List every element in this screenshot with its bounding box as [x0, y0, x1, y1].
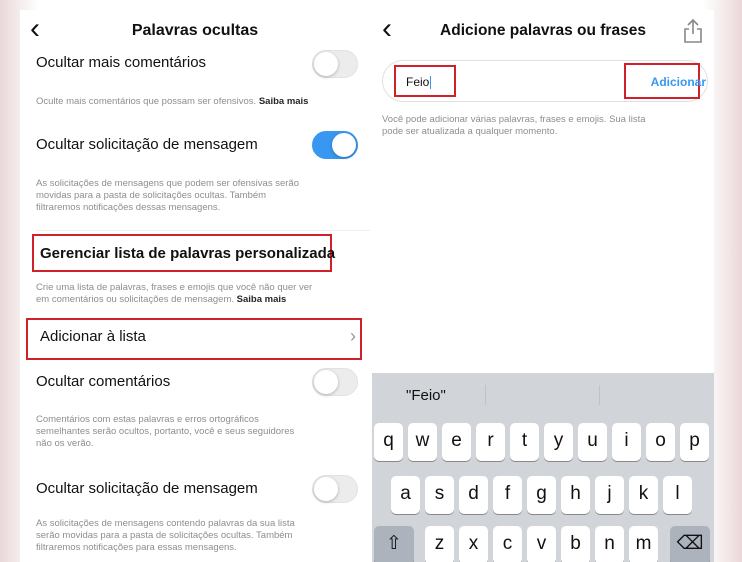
text-cursor	[430, 76, 432, 90]
toggle-knob	[314, 477, 338, 501]
learn-more-link[interactable]: Saiba mais	[237, 294, 287, 305]
add-to-list-label: Adicionar à lista	[40, 328, 146, 345]
keyboard: "Feio" q w e r t y u i o p a s d f g h j…	[372, 373, 714, 562]
key-c[interactable]: c	[493, 526, 522, 562]
key-l[interactable]: l	[663, 476, 692, 514]
key-b[interactable]: b	[561, 526, 590, 562]
key-e[interactable]: e	[442, 423, 471, 461]
toggle-knob	[314, 370, 338, 394]
key-z[interactable]: z	[425, 526, 454, 562]
hide-comments-toggle[interactable]	[312, 368, 358, 396]
key-o[interactable]: o	[646, 423, 675, 461]
word-input-value[interactable]: Feio	[406, 75, 432, 90]
divider	[36, 230, 370, 231]
hide-message-requests-2-description: As solicitações de mensagens contendo pa…	[36, 518, 295, 553]
page-title: Palavras ocultas	[131, 22, 259, 39]
delete-icon: ⌫	[676, 533, 704, 554]
hide-more-comments-description: Oculte mais comentários que possam ser o…	[36, 96, 309, 107]
custom-list-description: Crie uma lista de palavras, frases e emo…	[36, 282, 313, 305]
toggle-knob	[332, 133, 356, 157]
key-g[interactable]: g	[527, 476, 556, 514]
add-words-description: Você pode adicionar várias palavras, fra…	[382, 114, 646, 137]
key-x[interactable]: x	[459, 526, 488, 562]
chevron-right-icon: ›	[350, 326, 356, 346]
key-r[interactable]: r	[476, 423, 505, 461]
key-p[interactable]: p	[680, 423, 709, 461]
key-u[interactable]: u	[578, 423, 607, 461]
toggle-knob	[314, 52, 338, 76]
page-title: Adicione palavras ou frases	[440, 22, 646, 39]
key-j[interactable]: j	[595, 476, 624, 514]
delete-key[interactable]: ⌫	[670, 526, 710, 562]
key-y[interactable]: y	[544, 423, 573, 461]
hide-message-requests-2-toggle[interactable]	[312, 475, 358, 503]
key-n[interactable]: n	[595, 526, 624, 562]
divider	[599, 385, 600, 405]
key-w[interactable]: w	[408, 423, 437, 461]
key-v[interactable]: v	[527, 526, 556, 562]
hide-message-requests-toggle[interactable]	[312, 131, 358, 159]
hide-message-requests-description: As solicitações de mensagens que podem s…	[36, 178, 299, 213]
key-h[interactable]: h	[561, 476, 590, 514]
suggestion-bar: "Feio"	[372, 373, 714, 415]
navbar: ‹ Palavras ocultas	[20, 10, 370, 54]
hide-more-comments-toggle[interactable]	[312, 50, 358, 78]
key-a[interactable]: a	[391, 476, 420, 514]
key-s[interactable]: s	[425, 476, 454, 514]
add-to-list-item[interactable]: Adicionar à lista	[40, 328, 360, 345]
hide-comments-description: Comentários com estas palavras e erros o…	[36, 414, 295, 449]
key-q[interactable]: q	[374, 423, 403, 461]
key-m[interactable]: m	[629, 526, 658, 562]
suggestion-item[interactable]: "Feio"	[406, 387, 446, 404]
key-i[interactable]: i	[612, 423, 641, 461]
shift-icon: ⇧	[386, 533, 402, 554]
add-button[interactable]: Adicionar	[651, 75, 706, 89]
key-k[interactable]: k	[629, 476, 658, 514]
add-words-screen: ‹ Adicione palavras ou frases Feio Adici…	[372, 10, 714, 562]
divider	[485, 385, 486, 405]
key-f[interactable]: f	[493, 476, 522, 514]
custom-list-title: Gerenciar lista de palavras personalizad…	[40, 245, 336, 262]
key-t[interactable]: t	[510, 423, 539, 461]
key-d[interactable]: d	[459, 476, 488, 514]
learn-more-link[interactable]: Saiba mais	[259, 96, 309, 107]
hidden-words-screen: ‹ Palavras ocultas Ocultar mais comentár…	[20, 10, 370, 562]
shift-key[interactable]: ⇧	[374, 526, 414, 562]
share-icon[interactable]	[682, 18, 704, 44]
